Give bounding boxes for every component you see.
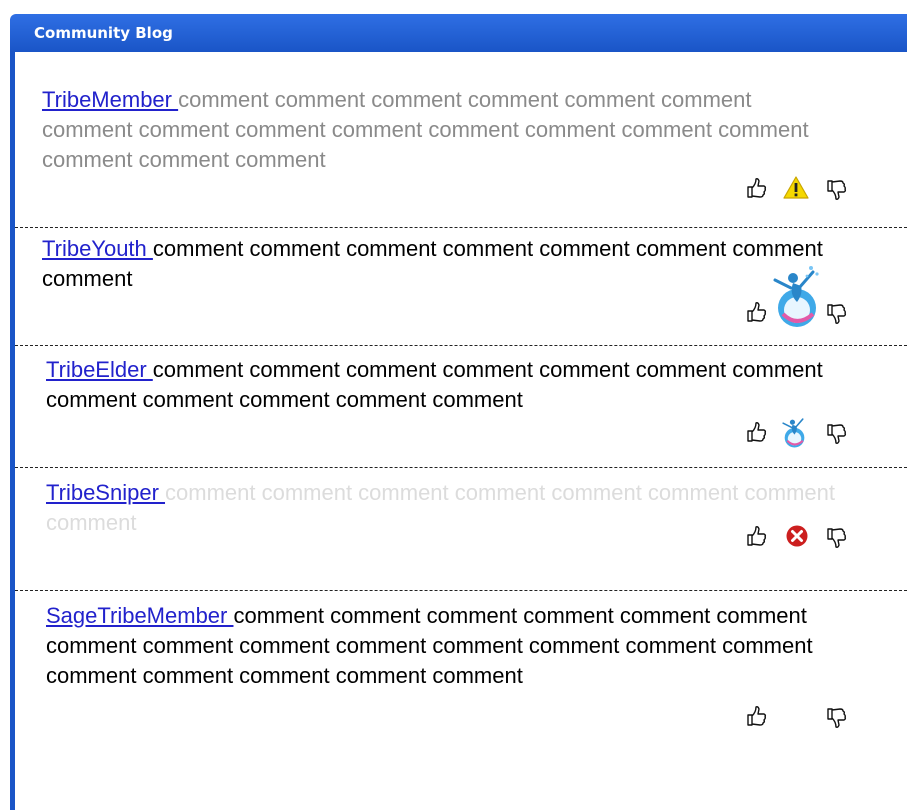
post-comment: comment comment comment comment comment … [46,480,835,535]
post-separator [15,467,907,468]
post-author-link[interactable]: TribeYouth [42,236,153,261]
post-separator [15,227,907,228]
post-1: TribeMember comment comment comment comm… [42,85,832,175]
blog-header: Community Blog [10,14,907,52]
thumbs-down-icon[interactable] [825,422,847,446]
tribe-badge-icon [779,412,809,457]
thumbs-up-icon[interactable] [745,524,767,548]
thumbs-up-icon[interactable] [745,420,767,444]
post-5-rating [745,700,855,732]
post-4-rating [745,520,855,552]
post-2-rating [745,262,855,332]
post-comment: comment comment comment comment comment … [46,357,823,412]
post-3: TribeElder comment comment comment comme… [46,355,846,415]
header-title: Community Blog [34,24,173,42]
thumbs-down-icon[interactable] [825,526,847,550]
post-comment: comment comment comment comment comment … [42,236,823,291]
thumbs-up-icon[interactable] [745,176,767,200]
tribe-badge-icon [767,264,825,335]
post-separator [15,345,907,346]
warning-icon [783,176,809,205]
post-author-link[interactable]: SageTribeMember [46,603,233,628]
error-icon [785,524,809,553]
post-3-rating [745,412,855,460]
community-blog-page: Community Blog TribeMember comment comme… [0,0,907,810]
thumbs-up-icon[interactable] [745,704,767,728]
thumbs-up-icon[interactable] [745,300,767,324]
post-5: SageTribeMember comment comment comment … [46,601,836,691]
post-1-rating [745,172,855,204]
post-author-link[interactable]: TribeSniper [46,480,165,505]
thumbs-down-icon[interactable] [825,302,847,326]
post-4: TribeSniper comment comment comment comm… [46,478,856,538]
thumbs-down-icon[interactable] [825,706,847,730]
thumbs-down-icon[interactable] [825,178,847,202]
post-separator [15,590,907,591]
post-author-link[interactable]: TribeMember [42,87,178,112]
post-2: TribeYouth comment comment comment comme… [42,234,852,294]
left-border [10,52,15,810]
post-author-link[interactable]: TribeElder [46,357,153,382]
